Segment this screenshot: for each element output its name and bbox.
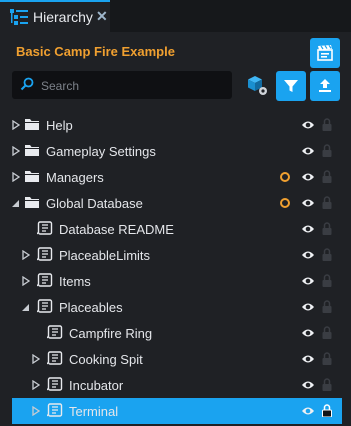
modified-indicator-icon [280,172,290,182]
lock-icon[interactable] [322,326,332,339]
panel-title: Basic Camp Fire Example [16,44,175,59]
visibility-eye-icon[interactable] [301,197,315,209]
tree-row[interactable]: Database README [12,216,342,242]
tree-item-label: Placeables [59,300,123,315]
tree-item-label: Cooking Spit [69,352,143,367]
expand-arrow-right-icon[interactable] [22,250,30,260]
filter-icon [284,80,298,92]
script-icon [47,377,63,391]
script-icon [47,351,63,365]
visibility-eye-icon[interactable] [301,379,315,391]
visibility-eye-icon[interactable] [301,327,315,339]
expand-arrow-right-icon[interactable] [32,354,40,364]
lock-icon[interactable] [322,352,332,365]
tab-label: Hierarchy [33,9,93,25]
tree-item-label: Database README [59,222,174,237]
tree-item-label: Managers [46,170,104,185]
tree-item-label: Items [59,274,91,289]
tree-item-label: Terminal [69,404,119,419]
script-icon [37,273,53,287]
expand-arrow-down-icon[interactable] [22,302,30,312]
expand-arrow-right-icon[interactable] [12,120,20,130]
lock-icon[interactable] [322,274,332,287]
expand-arrow-right-icon[interactable] [12,172,20,182]
script-icon [37,247,53,261]
close-icon[interactable]: ✕ [96,8,108,25]
visibility-eye-icon[interactable] [301,405,315,417]
hierarchy-icon [10,9,28,25]
script-icon [47,403,63,417]
filter-button[interactable] [276,71,306,101]
lock-icon[interactable] [322,248,332,261]
visibility-eye-icon[interactable] [301,145,315,157]
expand-arrow-right-icon[interactable] [32,380,40,390]
open-scene-button[interactable] [310,38,340,68]
tree-row[interactable]: Cooking Spit [12,346,342,372]
tree-item-label: Gameplay Settings [46,144,156,159]
lock-icon[interactable] [322,144,332,157]
visibility-eye-icon[interactable] [301,119,315,131]
cube-settings-icon[interactable] [246,74,268,96]
script-icon [47,325,63,339]
folder-icon [25,119,39,130]
tree-row[interactable]: Help [12,112,342,138]
folder-icon [25,145,39,156]
search-input[interactable] [39,75,228,97]
tree-item-label: Global Database [46,196,143,211]
tree-item-label: Incubator [69,378,124,393]
expand-arrow-right-icon[interactable] [12,146,20,156]
upload-button[interactable] [310,71,340,101]
clapperboard-icon [317,44,333,61]
tree-row[interactable]: PlaceableLimits [12,242,342,268]
search-icon [20,77,34,91]
lock-icon[interactable] [322,222,332,235]
lock-icon[interactable] [322,300,332,313]
folder-icon [25,171,39,182]
visibility-eye-icon[interactable] [301,171,315,183]
tab-hierarchy[interactable]: Hierarchy ✕ [0,0,110,32]
tree-item-label: Campfire Ring [69,326,153,341]
tree-row[interactable]: Placeables [12,294,342,320]
expand-arrow-right-icon[interactable] [32,406,40,416]
visibility-eye-icon[interactable] [301,353,315,365]
visibility-eye-icon[interactable] [301,301,315,313]
script-icon [37,221,53,235]
lock-icon[interactable] [322,378,332,391]
tree-row[interactable]: Incubator [12,372,342,398]
expand-arrow-down-icon[interactable] [12,198,20,208]
lock-icon[interactable] [322,170,332,183]
tree-item-label: Help [46,118,73,133]
upload-icon [319,79,331,92]
visibility-eye-icon[interactable] [301,275,315,287]
visibility-eye-icon[interactable] [301,223,315,235]
visibility-eye-icon[interactable] [301,249,315,261]
expand-arrow-right-icon[interactable] [22,276,30,286]
lock-icon[interactable] [322,118,332,131]
modified-indicator-icon [280,198,290,208]
tree-row[interactable]: Campfire Ring [12,320,342,346]
script-icon [37,299,53,313]
lock-icon[interactable] [322,404,332,417]
tree-row[interactable]: Global Database [12,190,342,216]
tree-row[interactable]: Terminal [12,398,342,424]
lock-icon[interactable] [322,196,332,209]
tree-row[interactable]: Managers [12,164,342,190]
tree-row[interactable]: Items [12,268,342,294]
tree-item-label: PlaceableLimits [59,248,151,263]
search-field[interactable] [12,71,232,99]
tree-row[interactable]: Gameplay Settings [12,138,342,164]
tab-bar: Hierarchy ✕ [0,0,351,32]
folder-icon [25,197,39,208]
